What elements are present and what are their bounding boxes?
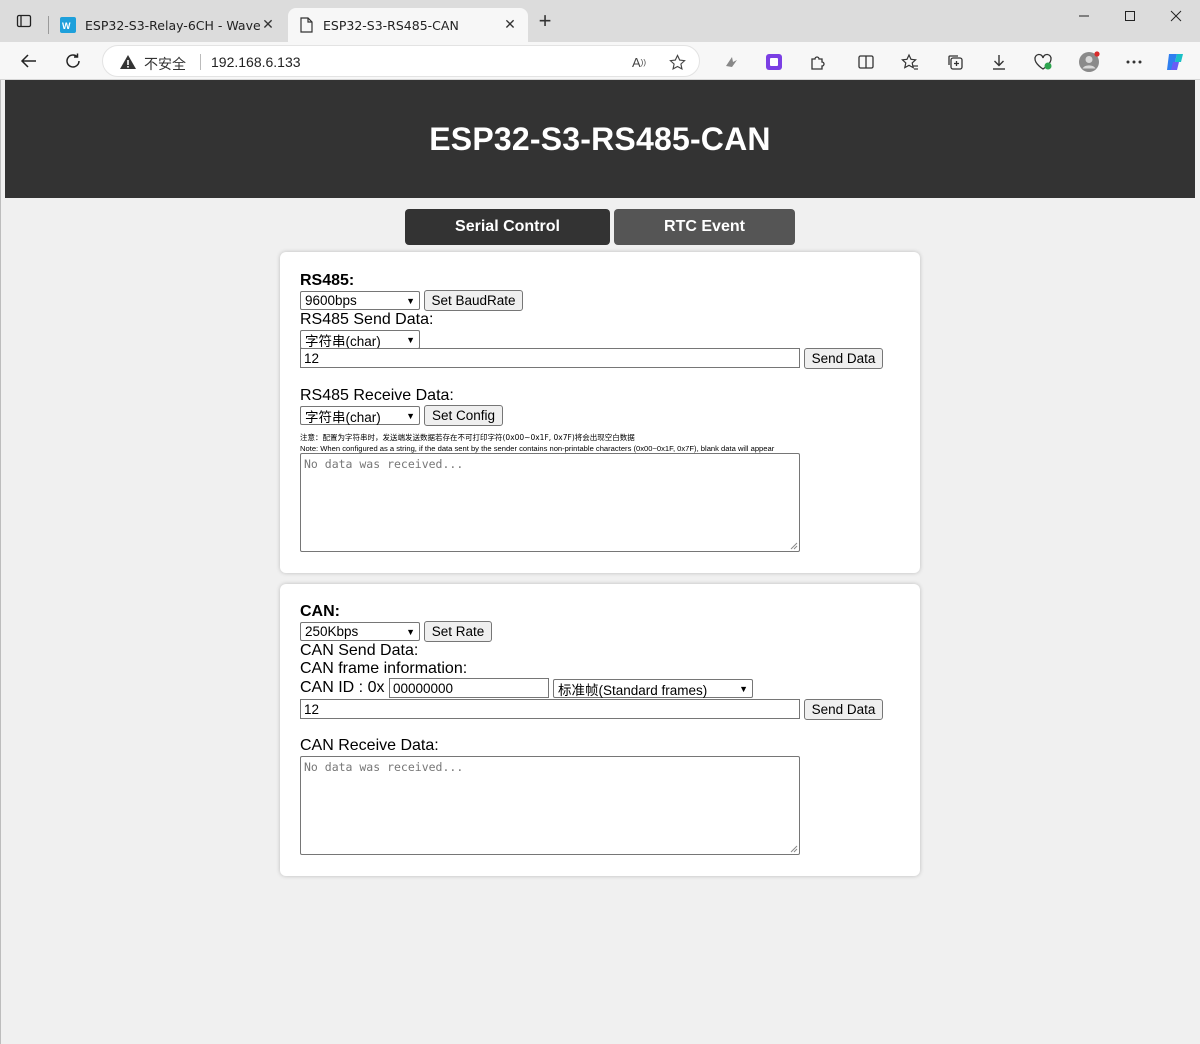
page-icon	[298, 17, 314, 33]
read-aloud-icon[interactable]: A))	[629, 52, 649, 72]
extension-purple-icon[interactable]	[763, 51, 785, 73]
can-receive-label: CAN Receive Data:	[300, 737, 439, 754]
window-border	[0, 80, 1, 1044]
new-tab-icon[interactable]: +	[532, 9, 558, 35]
rs485-send-button[interactable]: Send Data	[804, 348, 883, 369]
rs485-receive-format-select[interactable]: 字符串(char) ▼	[300, 406, 420, 425]
can-rate-select[interactable]: 250Kbps ▼	[300, 622, 420, 641]
can-send-input[interactable]: 12	[300, 699, 800, 719]
can-id-input[interactable]: 00000000	[389, 678, 549, 698]
rs485-send-input[interactable]: 12	[300, 348, 800, 368]
refresh-icon[interactable]	[58, 46, 88, 76]
window-close-icon[interactable]	[1153, 0, 1199, 32]
browser-essentials-icon[interactable]	[1032, 51, 1054, 73]
chevron-down-icon: ▼	[406, 334, 415, 345]
svg-text:W: W	[62, 21, 71, 31]
profile-avatar-icon[interactable]	[1078, 51, 1100, 73]
note-english: Note: When configured as a string, if th…	[300, 444, 775, 453]
address-bar[interactable]: 不安全 192.168.6.133 A))	[102, 45, 700, 77]
set-baudrate-button[interactable]: Set BaudRate	[424, 290, 523, 311]
can-frame-info-label: CAN frame information:	[300, 660, 468, 677]
downloads-icon[interactable]	[988, 51, 1010, 73]
back-icon[interactable]	[14, 46, 44, 76]
can-send-label: CAN Send Data:	[300, 642, 419, 659]
rs485-send-label: RS485 Send Data:	[300, 311, 434, 328]
collections-icon[interactable]	[944, 51, 966, 73]
more-options-icon[interactable]	[1123, 51, 1145, 73]
favorite-star-icon[interactable]	[667, 52, 687, 72]
address-divider	[200, 54, 201, 70]
textarea-placeholder: No data was received...	[304, 457, 464, 471]
page-title: ESP32-S3-RS485-CAN	[429, 120, 771, 157]
favorites-icon[interactable]	[899, 51, 921, 73]
tab-rtc-event[interactable]: RTC Event	[614, 209, 795, 245]
browser-toolbar: 不安全 192.168.6.133 A))	[0, 42, 1200, 80]
tab-title: ESP32-S3-RS485-CAN	[323, 17, 459, 33]
select-value: 250Kbps	[305, 624, 359, 639]
chevron-down-icon: ▼	[739, 683, 748, 694]
select-value: 字符串(char)	[305, 409, 381, 425]
textarea-placeholder: No data was received...	[304, 760, 464, 774]
warning-icon[interactable]	[119, 53, 137, 71]
rs485-heading: RS485:	[300, 272, 355, 289]
split-screen-icon[interactable]	[855, 51, 877, 73]
browser-tab-rs485-can[interactable]: ESP32-S3-RS485-CAN ✕	[288, 8, 528, 42]
security-label[interactable]: 不安全	[144, 54, 186, 74]
can-frame-type-select[interactable]: 标准帧(Standard frames) ▼	[553, 679, 753, 698]
chevron-down-icon: ▼	[406, 626, 415, 637]
chevron-down-icon: ▼	[406, 295, 415, 306]
minimize-icon[interactable]	[1061, 0, 1107, 32]
copilot-icon[interactable]	[1164, 51, 1186, 73]
close-icon[interactable]: ✕	[260, 17, 276, 33]
tab-label: RTC Event	[664, 218, 745, 235]
tab-separator	[48, 16, 49, 34]
rs485-send-format-select[interactable]: 字符串(char) ▼	[300, 330, 420, 349]
waveshare-logo-icon: W	[60, 17, 76, 33]
rs485-receive-textarea[interactable]: No data was received...	[300, 453, 800, 552]
url-text[interactable]: 192.168.6.133	[211, 54, 301, 70]
can-heading: CAN:	[300, 603, 340, 620]
select-value: 字符串(char)	[305, 333, 381, 349]
resize-grip-icon[interactable]	[790, 542, 798, 550]
browser-titlebar: W ESP32-S3-Relay-6CH - Waveshare ✕ ESP32…	[0, 0, 1200, 42]
page-header: ESP32-S3-RS485-CAN	[5, 80, 1195, 198]
set-rate-button[interactable]: Set Rate	[424, 621, 492, 642]
can-card: CAN: 250Kbps ▼ Set Rate CAN Send Data: CA…	[280, 584, 920, 876]
rs485-baud-select[interactable]: 9600bps ▼	[300, 291, 420, 310]
tab-title: ESP32-S3-Relay-6CH - Waveshare	[85, 17, 260, 33]
chevron-down-icon: ▼	[406, 410, 415, 421]
tab-serial-control[interactable]: Serial Control	[405, 209, 610, 245]
tab-label: Serial Control	[455, 218, 560, 235]
extension-bird-icon[interactable]	[720, 51, 742, 73]
rs485-card: RS485: 9600bps ▼ Set BaudRate RS485 Send …	[280, 252, 920, 573]
rs485-receive-label: RS485 Receive Data:	[300, 387, 454, 404]
extensions-puzzle-icon[interactable]	[807, 51, 829, 73]
select-value: 9600bps	[305, 293, 357, 308]
resize-grip-icon[interactable]	[790, 845, 798, 853]
can-send-button[interactable]: Send Data	[804, 699, 883, 720]
tab-actions-icon[interactable]	[10, 7, 38, 35]
can-receive-textarea[interactable]: No data was received...	[300, 756, 800, 855]
note-chinese: 注意：配置为字符串时，发送端发送数据若存在不可打印字符(0x00~0x1F, 0…	[300, 433, 635, 442]
set-config-button[interactable]: Set Config	[424, 405, 503, 426]
select-value: 标准帧(Standard frames)	[558, 682, 708, 698]
maximize-icon[interactable]	[1107, 0, 1153, 32]
can-id-label: CAN ID : 0x	[300, 679, 385, 696]
browser-tab-relay[interactable]: W ESP32-S3-Relay-6CH - Waveshare ✕	[50, 8, 286, 42]
close-icon[interactable]: ✕	[502, 17, 518, 33]
